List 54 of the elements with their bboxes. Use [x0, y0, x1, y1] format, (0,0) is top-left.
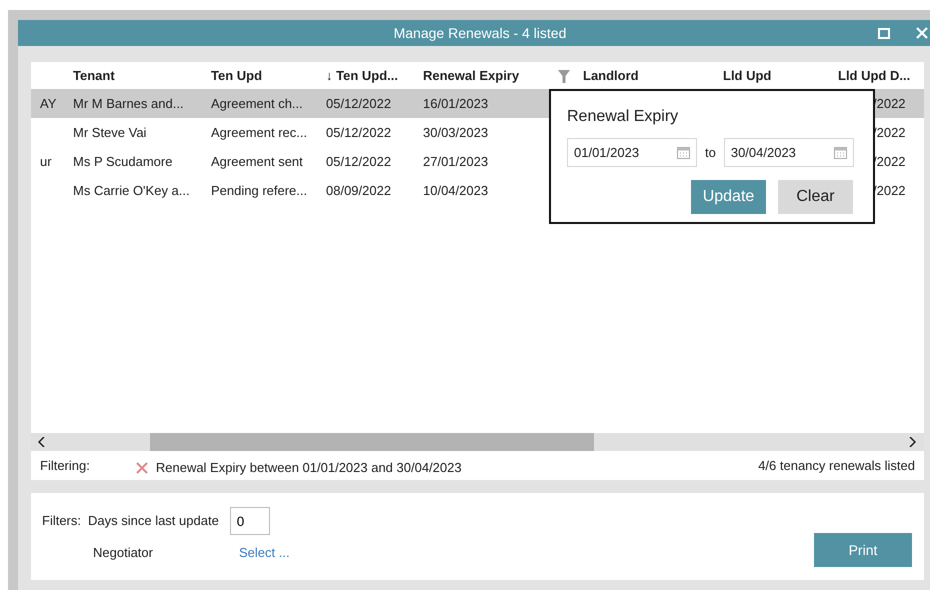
table-cell-text: Ms Carrie O'Key a... [72, 182, 190, 200]
column-header[interactable]: Lld Upd [715, 66, 830, 86]
table-cell-text: Agreement rec... [210, 124, 308, 142]
calendar-icon[interactable] [677, 146, 690, 159]
table-cell-text: 05/12/2022 [325, 124, 392, 142]
to-label: to [705, 144, 716, 162]
print-button[interactable]: Print [814, 533, 912, 567]
popup-title: Renewal Expiry [567, 107, 680, 127]
table-row[interactable]: AY Mr M Barnes and... Agreement ch... 05/12/2022 16/01/2023 [31, 89, 550, 118]
clear-button[interactable]: Clear [778, 180, 853, 214]
table-cell-text: 30/03/2023 [422, 124, 488, 142]
column-header[interactable]: Lld Upd D... [830, 66, 924, 86]
filters-label: Filters: [42, 512, 81, 530]
negotiator-label: Negotiator [93, 544, 154, 562]
scrollbar-thumb[interactable] [150, 433, 594, 451]
column-header[interactable]: Tenant [65, 66, 203, 86]
close-icon[interactable] [916, 27, 928, 39]
table-cell-text: Pending refere... [210, 182, 308, 200]
table-cell-text: 05/12/2022 [325, 152, 392, 171]
column-header[interactable]: Landlord [575, 66, 715, 86]
scroll-right-icon[interactable] [908, 437, 916, 447]
filter-description: Renewal Expiry between 01/01/2023 and 30/04/2023 [156, 459, 462, 478]
table-cell-text: Ms P Scudamore [72, 152, 172, 171]
scroll-left-icon[interactable] [38, 437, 46, 447]
table-cell-text: 05/12/2022 [325, 94, 392, 113]
days-field[interactable]: 0 [230, 507, 270, 535]
column-header[interactable]: Renewal Expiry [415, 66, 550, 86]
filter-icon[interactable] [558, 70, 570, 83]
window-title: Manage Renewals - 4 listed [392, 24, 568, 43]
table-cell-text: 08/09/2022 [325, 182, 392, 200]
listed-count: 4/6 tenancy renewals listed [758, 457, 915, 476]
table-cell-text: Agreement sent [210, 152, 303, 171]
days-label: Days since last update [88, 512, 219, 530]
date-field[interactable]: 01/01/2023 [567, 138, 697, 167]
table-row[interactable]: Ms Carrie O'Key a... Pending refere... 08/09/2022 10/04/2023 [31, 176, 550, 205]
table-cell-text: 10/04/2023 [422, 182, 488, 200]
table-row[interactable]: ur Ms P Scudamore Agreement sent 05/12/2022 27/01/2023 [31, 147, 550, 176]
table-cell-text: 16/01/2023 [422, 94, 488, 113]
column-header[interactable]: ↓ Ten Upd... [318, 66, 415, 86]
select-link[interactable]: Select ... [239, 543, 290, 562]
table-cell-text: Agreement ch... [210, 94, 303, 113]
table-cell-text: 27/01/2023 [422, 152, 488, 171]
table-cell-text: AY [39, 94, 56, 113]
table-cell-text: Mr M Barnes and... [72, 94, 184, 113]
filtering-label: Filtering: [40, 457, 90, 476]
remove-filter-icon[interactable] [136, 462, 148, 474]
table-row[interactable]: Mr Steve Vai Agreement rec... 05/12/2022 30/03/2023 [31, 118, 550, 147]
maximize-icon[interactable] [878, 28, 890, 39]
update-button[interactable]: Update [691, 180, 766, 214]
calendar-icon[interactable] [834, 146, 847, 159]
table-cell-text: ur [39, 152, 52, 171]
table-cell-text: Mr Steve Vai [72, 124, 146, 142]
column-header[interactable]: Ten Upd [203, 66, 318, 86]
date-field[interactable]: 30/04/2023 [724, 138, 854, 167]
